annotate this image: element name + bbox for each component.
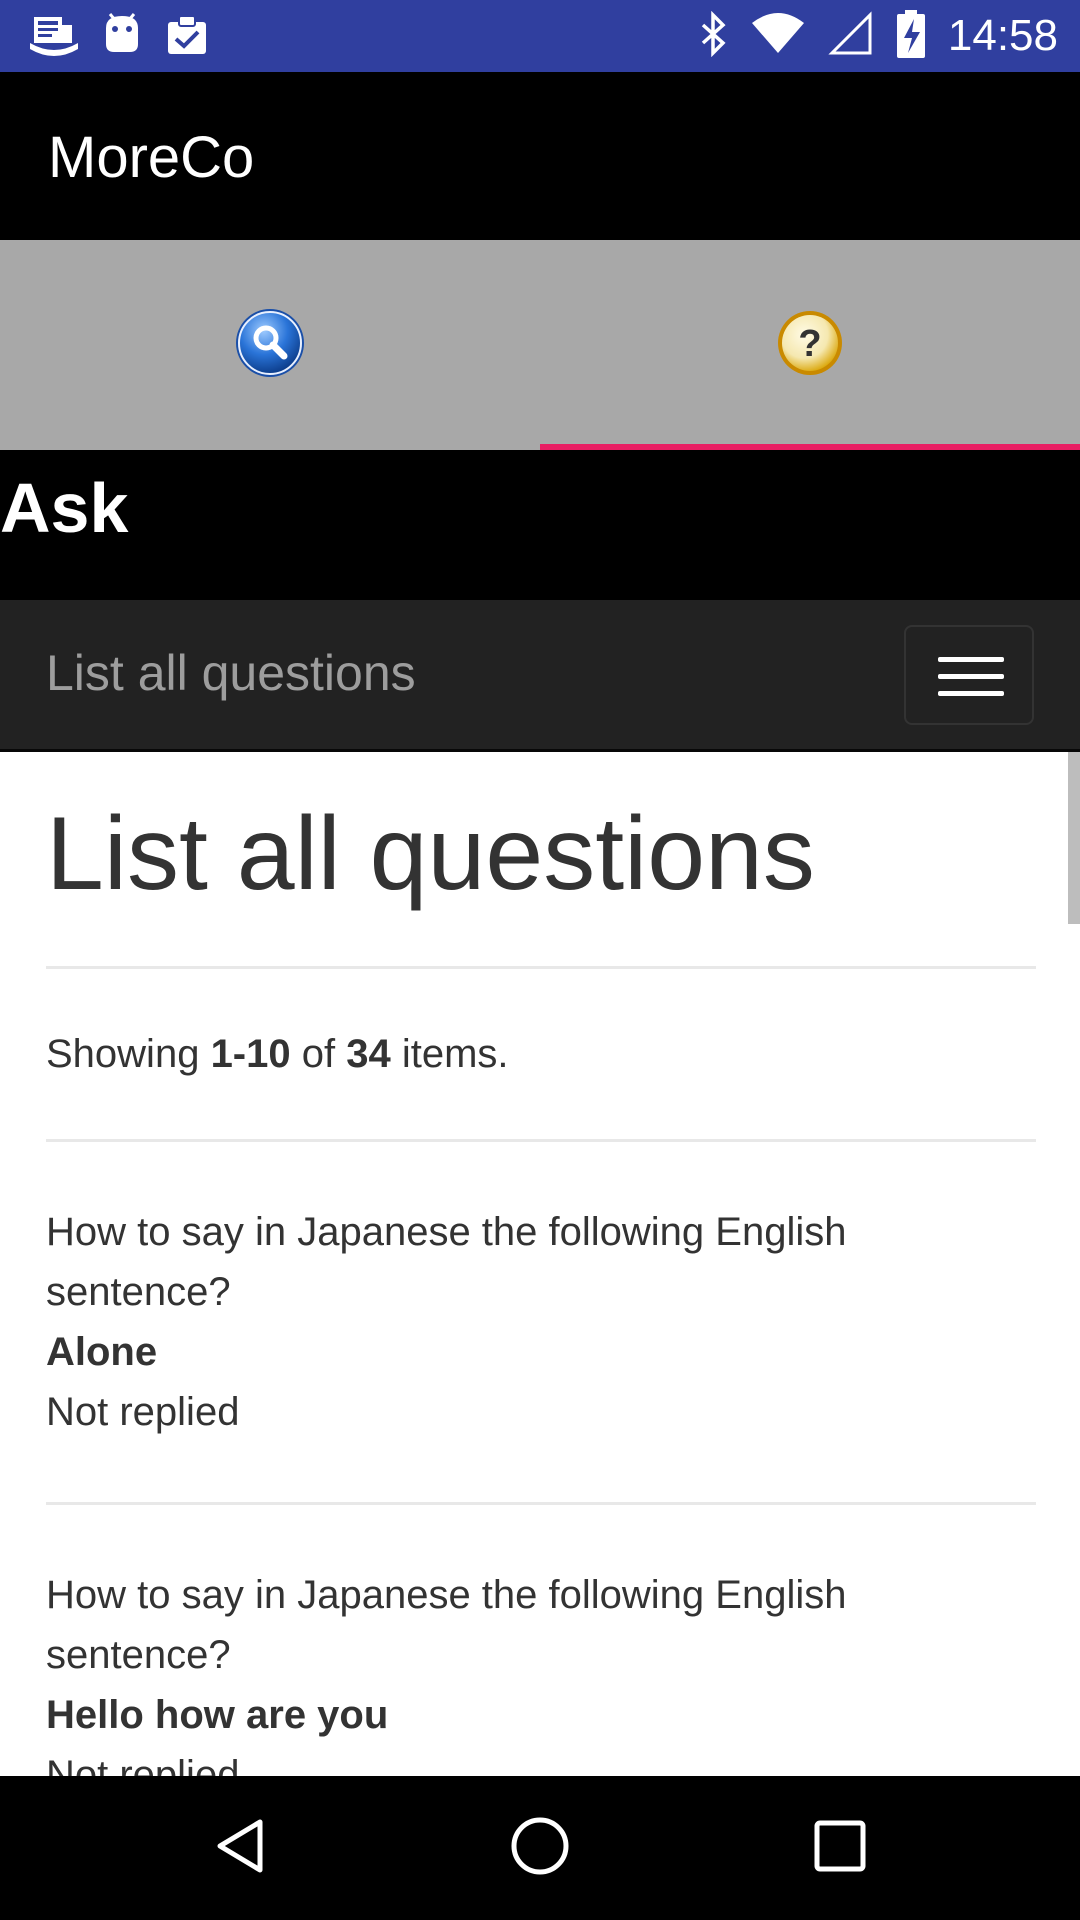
tab-ask[interactable]: ? xyxy=(540,240,1080,450)
list-summary: Showing 1-10 of 34 items. xyxy=(46,1032,509,1076)
question-text: How to say in Japanese the following Eng… xyxy=(46,1573,847,1677)
web-navbar: List all questions xyxy=(0,600,1080,752)
recents-icon xyxy=(812,1818,868,1879)
page-title: List all questions xyxy=(46,796,815,912)
tab-search[interactable] xyxy=(0,240,540,450)
back-button[interactable] xyxy=(180,1776,300,1920)
status-bar: 14:58 xyxy=(0,0,1080,72)
tab-bar: ? xyxy=(0,240,1080,450)
signal-icon xyxy=(828,10,874,62)
clipboard-check-icon xyxy=(164,12,210,61)
svg-text:?: ? xyxy=(798,323,821,365)
home-button[interactable] xyxy=(480,1776,600,1920)
web-content: List all questions Showing 1-10 of 34 it… xyxy=(0,752,1080,1776)
list-item[interactable]: How to say in Japanese the following Eng… xyxy=(46,1142,1036,1502)
question-sentence: Alone xyxy=(46,1330,158,1374)
ask-title: Ask xyxy=(0,469,129,547)
navbar-brand[interactable]: List all questions xyxy=(46,644,416,702)
status-system-icons: 14:58 xyxy=(698,8,1058,64)
home-icon xyxy=(510,1816,570,1881)
ask-header: Ask xyxy=(0,450,1080,600)
bluetooth-icon xyxy=(698,10,728,62)
recents-button[interactable] xyxy=(780,1776,900,1920)
help-icon: ? xyxy=(775,306,845,385)
list-item[interactable]: How to say in Japanese the following Eng… xyxy=(46,1505,1036,1776)
search-icon xyxy=(233,306,307,385)
system-navigation-bar xyxy=(0,1776,1080,1920)
newspaper-icon xyxy=(28,11,80,62)
android-debug-icon xyxy=(102,12,142,61)
app-title: MoreCo xyxy=(48,125,255,190)
wifi-icon xyxy=(750,11,806,62)
battery-charging-icon xyxy=(896,9,926,64)
status-time: 14:58 xyxy=(947,11,1058,60)
status-notification-icons xyxy=(28,10,210,62)
back-icon xyxy=(210,1816,270,1881)
menu-toggle-button[interactable] xyxy=(904,625,1034,725)
question-status: Not replied xyxy=(46,1753,240,1776)
question-status: Not replied xyxy=(46,1390,240,1434)
app-bar: MoreCo xyxy=(0,72,1080,240)
question-text: How to say in Japanese the following Eng… xyxy=(46,1210,847,1314)
question-sentence: Hello how are you xyxy=(46,1693,389,1737)
scrollbar[interactable] xyxy=(1068,752,1080,924)
